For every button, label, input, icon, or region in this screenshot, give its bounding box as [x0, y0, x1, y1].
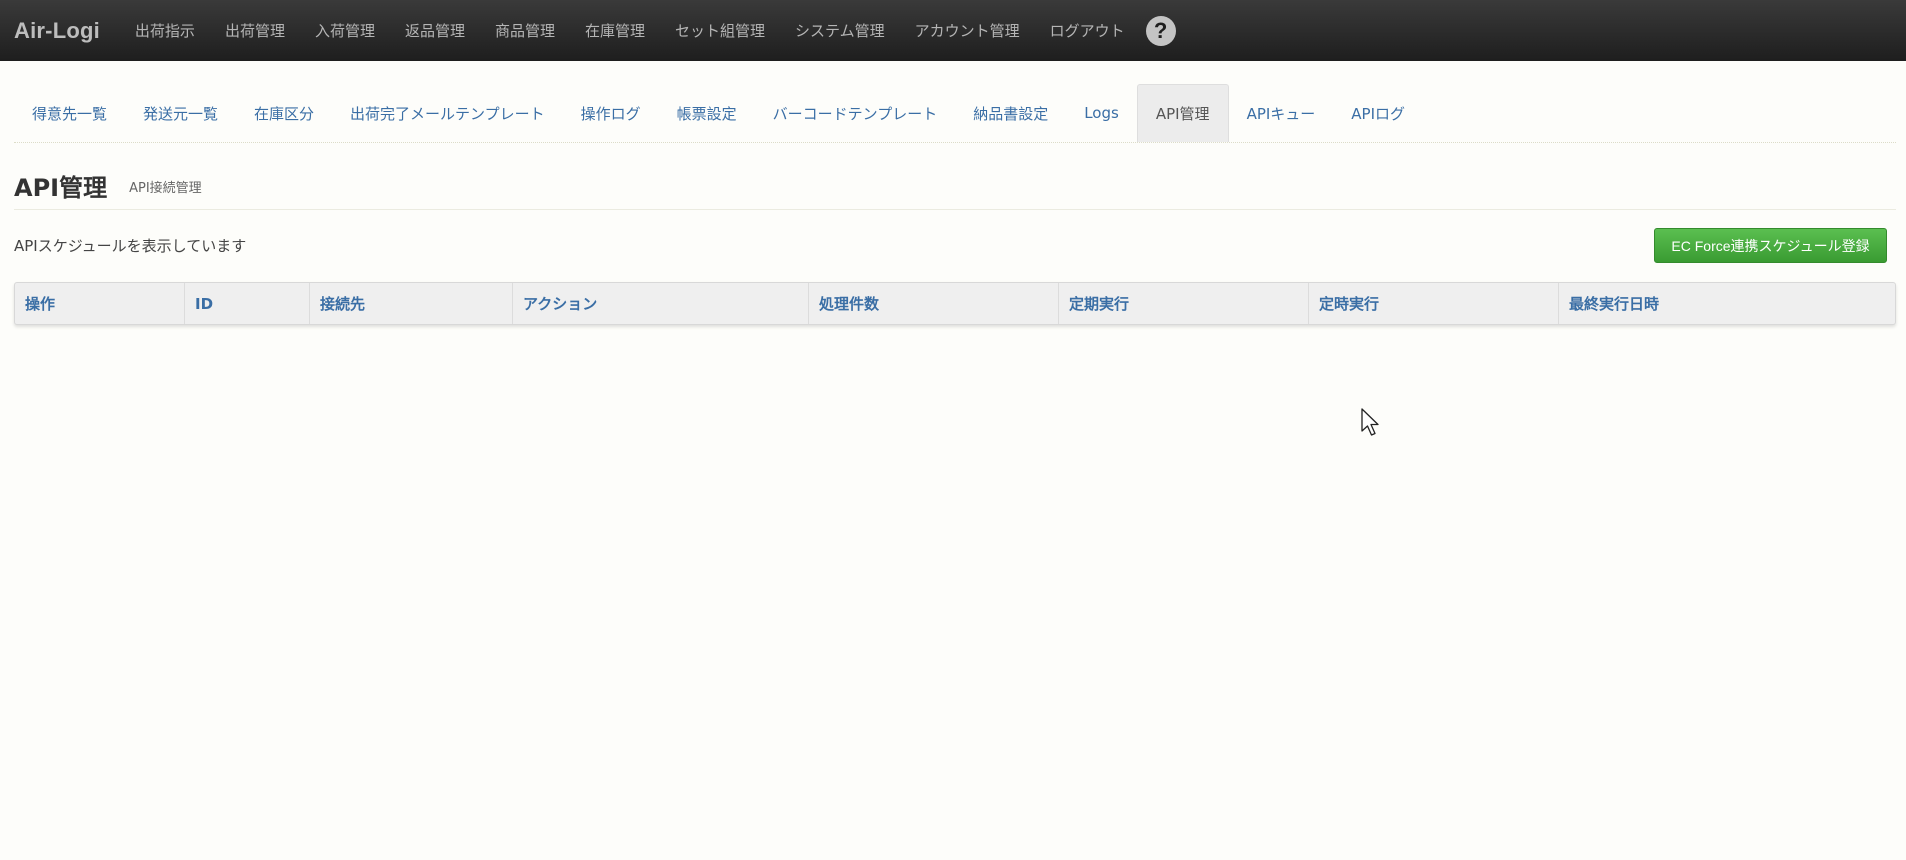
nav-item-shipping-management[interactable]: 出荷管理 — [210, 20, 300, 41]
page-subtitle: API接続管理 — [129, 181, 202, 196]
column-header-id[interactable]: ID — [185, 283, 310, 324]
nav-item-logout[interactable]: ログアウト — [1035, 20, 1140, 41]
tab-shipping-mail-template[interactable]: 出荷完了メールテンプレート — [332, 84, 563, 142]
top-navbar: Air-Logi 出荷指示 出荷管理 入荷管理 返品管理 商品管理 在庫管理 セ… — [0, 0, 1906, 61]
column-header-operation[interactable]: 操作 — [15, 283, 185, 324]
nav-item-returns-management[interactable]: 返品管理 — [390, 20, 480, 41]
nav-item-product-management[interactable]: 商品管理 — [480, 20, 570, 41]
question-circle-icon[interactable]: ? — [1145, 15, 1176, 46]
nav-item-shipping-instruction[interactable]: 出荷指示 — [120, 20, 210, 41]
tab-api-management[interactable]: API管理 — [1136, 84, 1229, 142]
tab-sender-list[interactable]: 発送元一覧 — [125, 84, 236, 142]
tab-operation-log[interactable]: 操作ログ — [563, 84, 659, 142]
column-header-scheduled-execution[interactable]: 定時実行 — [1309, 283, 1559, 324]
tab-inventory-category[interactable]: 在庫区分 — [236, 84, 332, 142]
page-title: API管理 — [14, 174, 108, 202]
column-header-periodic-execution[interactable]: 定期実行 — [1059, 283, 1309, 324]
column-header-action[interactable]: アクション — [513, 283, 809, 324]
tab-api-queue[interactable]: APIキュー — [1229, 84, 1334, 142]
tab-barcode-template[interactable]: バーコードテンプレート — [755, 84, 956, 142]
brand-logo[interactable]: Air-Logi — [14, 18, 100, 44]
register-ecforce-schedule-button[interactable]: EC Force連携スケジュール登録 — [1654, 228, 1887, 263]
tab-customer-list[interactable]: 得意先一覧 — [14, 84, 125, 142]
schedule-info-text: APIスケジュールを表示しています — [14, 237, 247, 255]
tab-logs[interactable]: Logs — [1066, 84, 1137, 142]
nav-item-set-assembly-management[interactable]: セット組管理 — [660, 20, 780, 41]
tab-form-settings[interactable]: 帳票設定 — [659, 84, 755, 142]
column-header-connection[interactable]: 接続先 — [310, 283, 513, 324]
nav-item-account-management[interactable]: アカウント管理 — [900, 20, 1035, 41]
nav-item-inventory-management[interactable]: 在庫管理 — [570, 20, 660, 41]
column-header-last-executed[interactable]: 最終実行日時 — [1559, 283, 1895, 324]
page-header: API管理 API接続管理 — [14, 168, 1896, 210]
api-schedule-table: 操作 ID 接続先 アクション 処理件数 定期実行 定時実行 最終実行日時 — [14, 282, 1896, 325]
mouse-pointer-icon — [1361, 408, 1379, 436]
nav-item-receiving-management[interactable]: 入荷管理 — [300, 20, 390, 41]
tab-api-log[interactable]: APIログ — [1333, 84, 1423, 142]
nav-item-system-management[interactable]: システム管理 — [780, 20, 900, 41]
settings-tabs: 得意先一覧 発送元一覧 在庫区分 出荷完了メールテンプレート 操作ログ 帳票設定… — [14, 84, 1896, 143]
column-header-processed-count[interactable]: 処理件数 — [809, 283, 1059, 324]
tab-delivery-slip-settings[interactable]: 納品書設定 — [955, 84, 1066, 142]
